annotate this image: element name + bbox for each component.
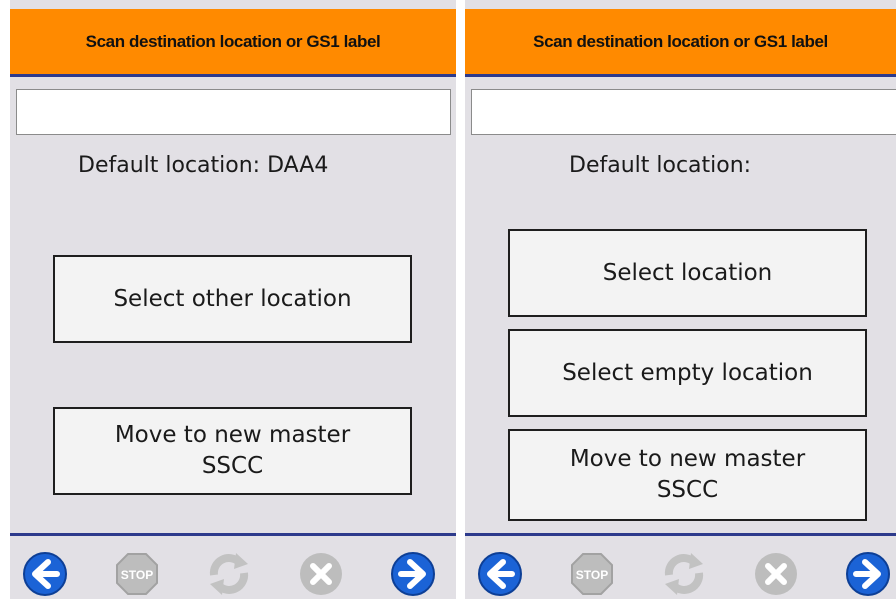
header-bar: Scan destination location or GS1 label: [10, 9, 456, 77]
bottom-toolbar: STOP: [465, 533, 896, 599]
button-label: Move to new master SSCC: [569, 446, 806, 503]
select-other-location-button[interactable]: Select other location: [53, 255, 412, 343]
stop-label: STOP: [576, 568, 608, 582]
move-to-new-master-sscc-button[interactable]: Move to new master SSCC: [53, 407, 412, 495]
cancel-icon[interactable]: [753, 551, 799, 597]
back-arrow-icon[interactable]: [477, 551, 523, 597]
button-label: Select empty location: [562, 359, 813, 386]
page-title: Scan destination location or GS1 label: [85, 31, 381, 51]
stop-icon[interactable]: STOP: [114, 551, 160, 597]
right-screen: Scan destination location or GS1 label D…: [465, 0, 896, 599]
refresh-icon[interactable]: [206, 551, 252, 597]
button-label: Move to new master SSCC: [114, 422, 351, 479]
move-to-new-master-sscc-button[interactable]: Move to new master SSCC: [508, 429, 867, 521]
select-empty-location-button[interactable]: Select empty location: [508, 329, 867, 417]
cancel-icon[interactable]: [298, 551, 344, 597]
scan-input[interactable]: [16, 89, 451, 135]
button-label: Select location: [602, 259, 773, 286]
forward-arrow-icon[interactable]: [390, 551, 436, 597]
header-bar: Scan destination location or GS1 label: [465, 9, 896, 77]
scan-input[interactable]: [471, 89, 896, 135]
back-arrow-icon[interactable]: [22, 551, 68, 597]
page-title: Scan destination location or GS1 label: [533, 31, 828, 51]
bottom-toolbar: STOP: [10, 533, 456, 599]
stop-label: STOP: [121, 568, 153, 582]
stop-icon[interactable]: STOP: [569, 551, 615, 597]
default-location-label: Default location: DAA4: [78, 153, 329, 178]
button-label: Select other location: [113, 285, 352, 312]
forward-arrow-icon[interactable]: [845, 551, 891, 597]
default-location-label: Default location:: [569, 153, 752, 178]
refresh-icon[interactable]: [661, 551, 707, 597]
left-screen: Scan destination location or GS1 label D…: [10, 0, 456, 599]
select-location-button[interactable]: Select location: [508, 229, 867, 317]
